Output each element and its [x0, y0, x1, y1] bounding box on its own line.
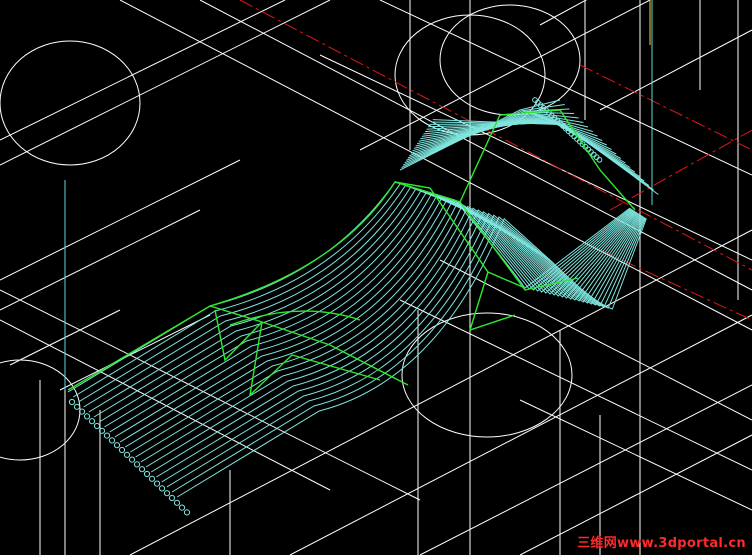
edge-line: [0, 0, 286, 141]
toolpath-pass: [150, 209, 643, 473]
toolpath-loop: [128, 456, 136, 463]
toolpath-pass: [424, 120, 636, 173]
edge-line: [0, 0, 331, 166]
centerlines: [239, 0, 752, 321]
toolpath-loop: [123, 451, 131, 458]
toolpath-loop: [158, 485, 166, 492]
toolpath-loop: [168, 494, 176, 502]
toolpath-loop: [118, 446, 126, 454]
hole-circle: [0, 40, 141, 166]
edge-line: [0, 209, 201, 311]
toolpath-loop: [138, 466, 146, 473]
toolpath-pass: [93, 190, 635, 418]
edge-line: [129, 229, 752, 555]
toolpath-pass: [67, 181, 631, 393]
toolpath-pass: [166, 214, 646, 488]
edge-line: [319, 54, 752, 261]
edge-line: [539, 0, 588, 26]
toolpath-loop: [163, 490, 171, 497]
cad-viewport[interactable]: 三维网www.3dportal.cn: [0, 0, 752, 555]
edge-line: [0, 319, 331, 491]
toolpath-loop: [143, 470, 151, 478]
toolpath-loop: [68, 398, 76, 406]
toolpath-loop: [83, 413, 91, 420]
toolpath-loop: [108, 437, 116, 444]
edge-line: [0, 159, 241, 281]
toolpath-loop: [113, 442, 121, 449]
toolpath-loop: [148, 475, 156, 482]
toolpath-group: [67, 99, 659, 498]
toolpath-loop: [178, 504, 186, 511]
watermark-text: 三维网www.3dportal.cn: [577, 536, 746, 551]
centerline: [239, 0, 752, 271]
toolpath-loop: [93, 422, 101, 430]
toolpath-loop: [153, 480, 161, 487]
toolpath-pass: [78, 184, 632, 403]
edge-line: [359, 0, 651, 151]
toolpath-loop: [183, 509, 191, 516]
toolpath-loops: [68, 97, 603, 516]
toolpath-pass: [176, 217, 647, 498]
edge-line: [599, 29, 752, 111]
edge-line: [119, 0, 752, 331]
hole-circle: [439, 4, 581, 116]
edge-line: [519, 399, 752, 511]
toolpath-loop: [133, 461, 141, 468]
edge-line: [399, 299, 752, 471]
toolpath-pass: [161, 212, 645, 483]
toolpath-pass: [104, 193, 636, 428]
hole-circle: [401, 312, 573, 438]
toolpath-pass: [171, 216, 647, 493]
surface-boundary: [67, 109, 636, 397]
cad-wireframe-drawing: [0, 0, 752, 555]
toolpath-pass: [114, 197, 638, 438]
toolpath-loop: [73, 403, 81, 410]
toolpath-loop: [88, 418, 96, 425]
toolpath-loop: [103, 432, 111, 439]
toolpath-loop: [173, 499, 181, 506]
edge-line: [199, 0, 752, 291]
toolpath-pass: [109, 195, 637, 433]
